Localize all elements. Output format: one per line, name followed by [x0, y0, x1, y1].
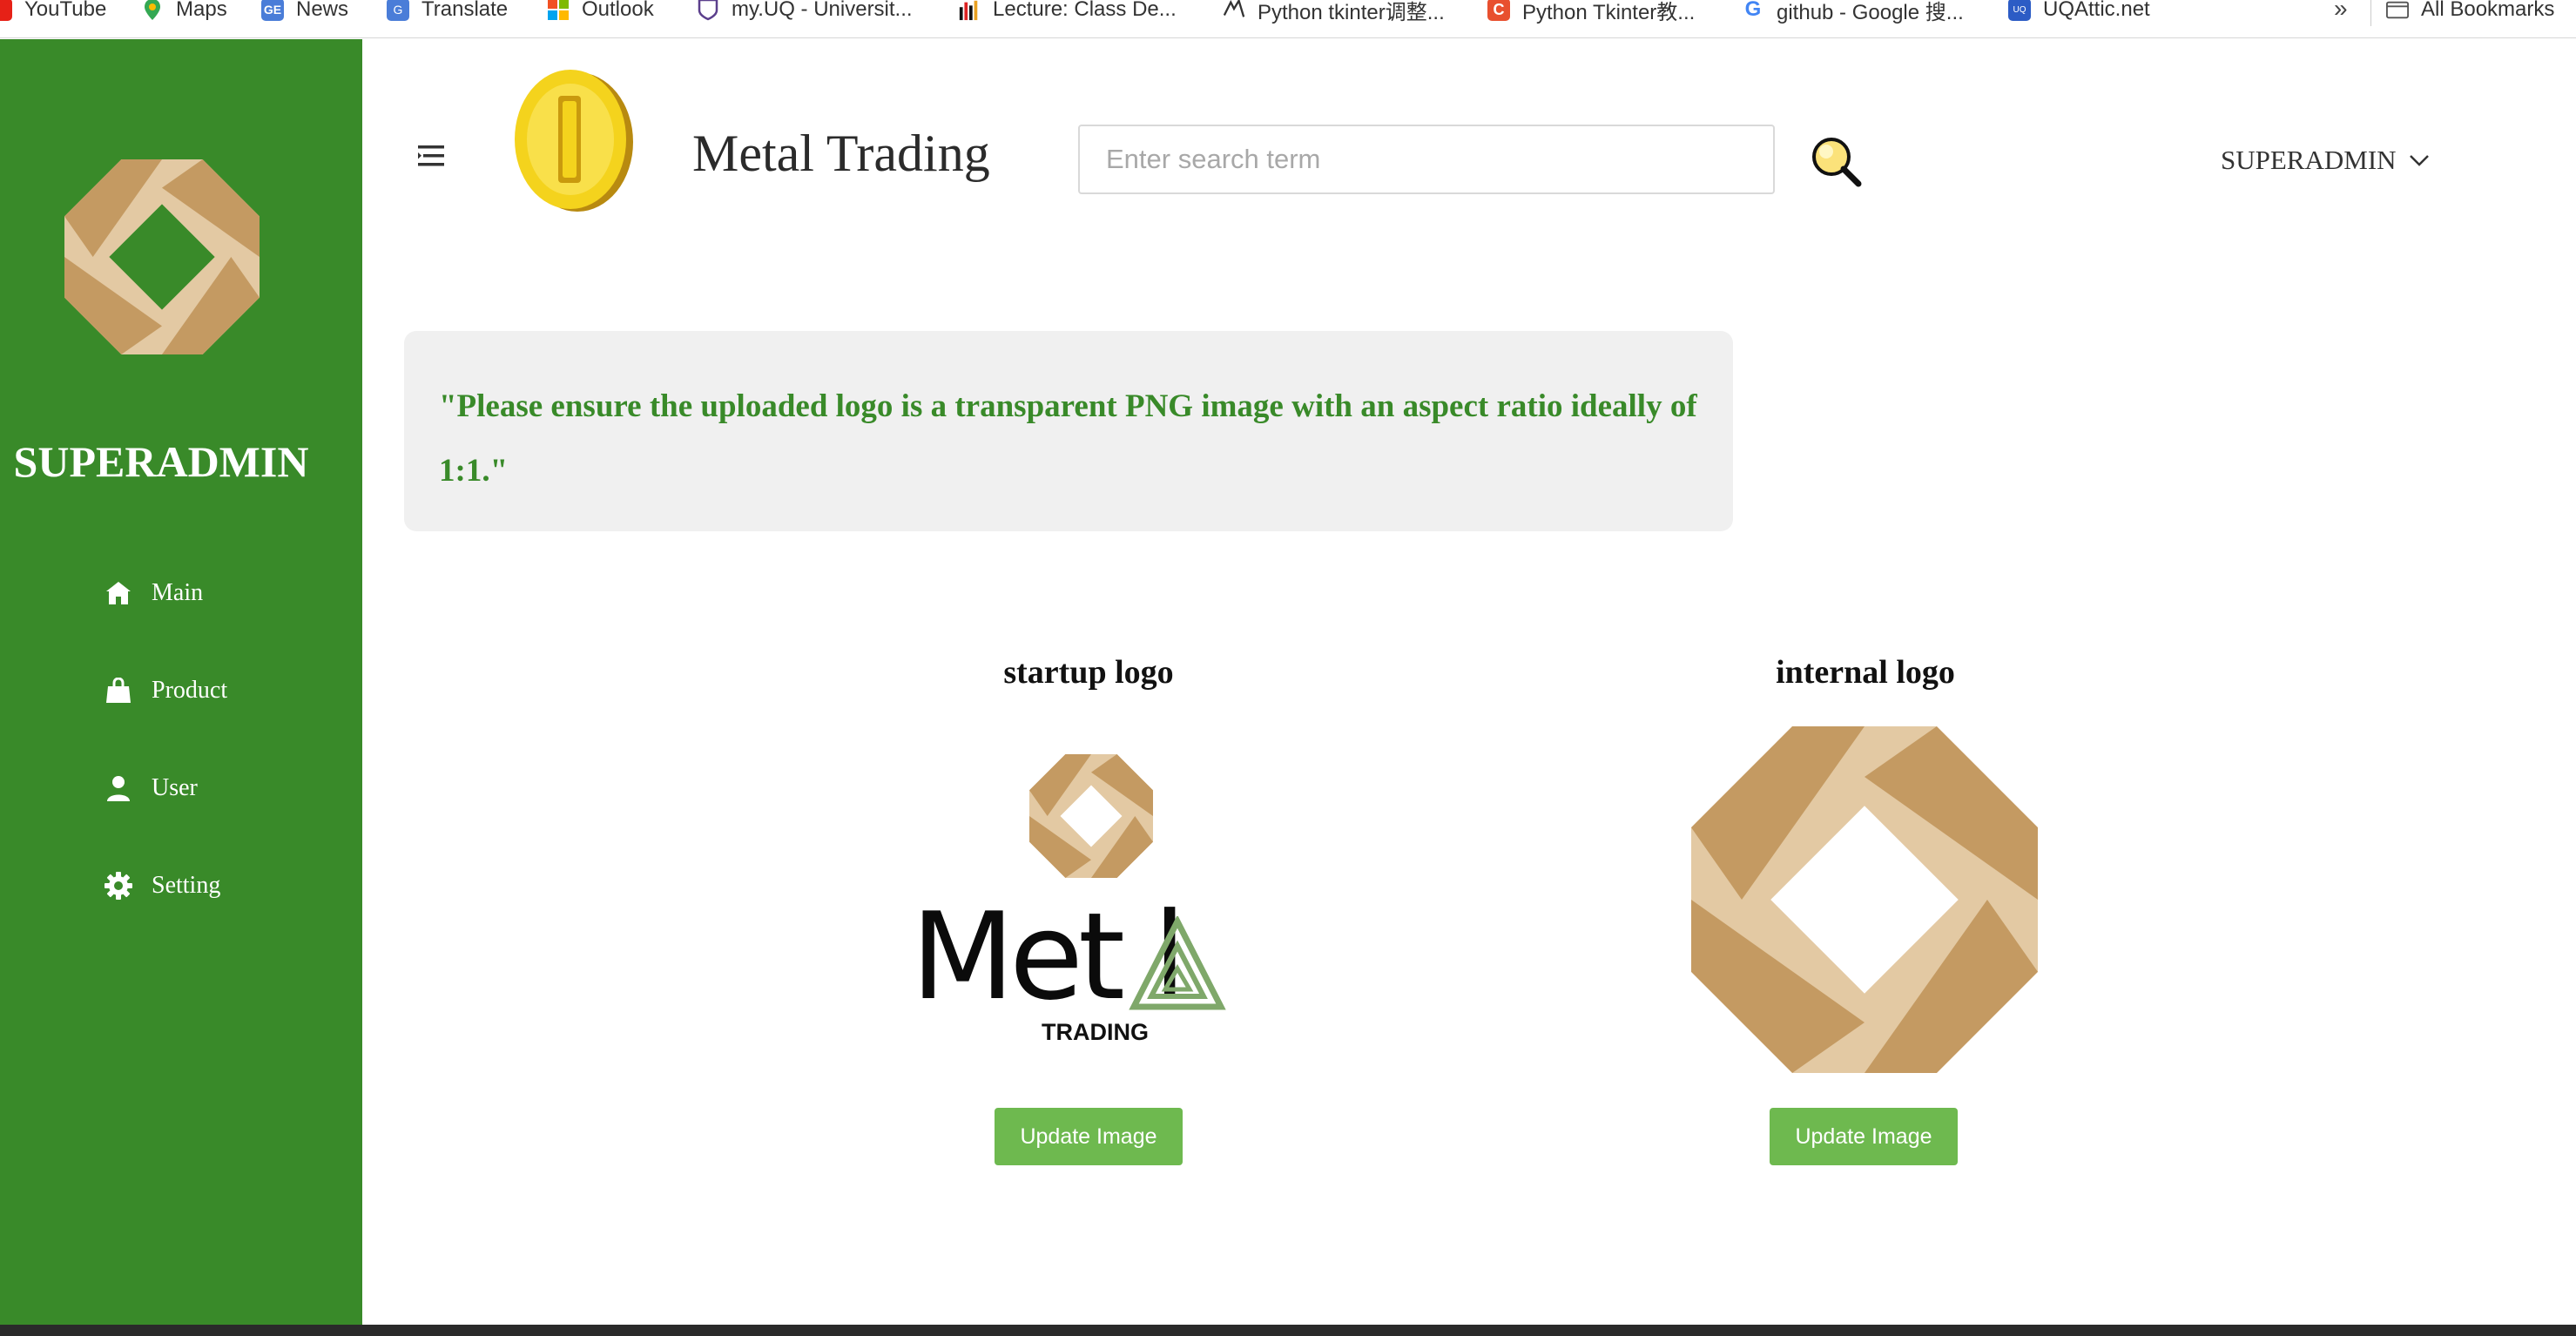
- company-logo-icon: [64, 159, 260, 354]
- triangle-a-icon: [1129, 916, 1226, 1010]
- bookmark-youtube[interactable]: YouTube: [0, 0, 106, 27]
- bookmarks-overflow-button[interactable]: »: [2334, 0, 2348, 23]
- sidebar: SUPERADMIN Main Product User Setting: [0, 39, 362, 1325]
- home-icon: [105, 579, 132, 607]
- coin-logo-icon: [515, 70, 633, 212]
- internal-logo-emblem-icon: [1691, 726, 2038, 1073]
- translate-icon: G: [387, 0, 409, 21]
- menu-toggle-icon[interactable]: [416, 143, 446, 169]
- all-bookmarks-label: All Bookmarks: [2421, 0, 2555, 21]
- bookmark-news[interactable]: GE News: [261, 0, 348, 27]
- bookmark-outlook[interactable]: Outlook: [547, 0, 654, 27]
- app-title: Metal Trading: [692, 125, 990, 182]
- bookmark-label: Translate: [421, 0, 509, 21]
- news-icon: GE: [261, 0, 284, 21]
- bookmark-label: YouTube: [24, 0, 107, 21]
- sidebar-item-label: Setting: [152, 872, 221, 899]
- bookmark-label: UQAttic.net: [2043, 0, 2150, 21]
- uq-icon: [697, 0, 719, 21]
- bookmark-label: Lecture: Class De...: [993, 0, 1177, 21]
- outlook-icon: [547, 0, 570, 21]
- youtube-icon: [0, 0, 12, 21]
- upload-notice-text: "Please ensure the uploaded logo is a tr…: [439, 388, 1697, 489]
- sidebar-item-setting[interactable]: Setting: [105, 864, 220, 908]
- user-icon: [105, 774, 132, 802]
- upload-notice: "Please ensure the uploaded logo is a tr…: [404, 331, 1733, 531]
- bottom-strip: [0, 1325, 2576, 1336]
- bookmark-python-tkinter-2[interactable]: C Python Tkinter教...: [1487, 0, 1695, 27]
- bookmark-label: Outlook: [582, 0, 654, 21]
- bookmark-lecture[interactable]: Lecture: Class De...: [958, 0, 1177, 27]
- sidebar-item-label: Product: [152, 677, 228, 704]
- lecture-icon: [958, 0, 981, 21]
- bookmarks-bar: YouTube Maps GE News G Translate Outlook…: [0, 0, 2576, 38]
- update-startup-logo-button[interactable]: Update Image: [995, 1108, 1183, 1165]
- all-bookmarks-button[interactable]: All Bookmarks: [2386, 0, 2554, 27]
- python-icon: [1223, 0, 1245, 21]
- bookmark-github-google[interactable]: G github - Google 搜...: [1742, 0, 1964, 27]
- search-icon[interactable]: [1808, 133, 1864, 189]
- folder-icon: [2386, 0, 2409, 21]
- csdn-icon: C: [1487, 0, 1510, 21]
- internal-logo-title: internal logo: [1776, 654, 1955, 691]
- bookmark-translate[interactable]: G Translate: [387, 0, 508, 27]
- bookmark-label: Python Tkinter教...: [1522, 0, 1696, 24]
- startup-logo-emblem-icon: [1029, 754, 1153, 878]
- update-internal-logo-button[interactable]: Update Image: [1770, 1108, 1958, 1165]
- sidebar-item-label: User: [152, 774, 198, 801]
- uqattic-icon: UQ: [2008, 0, 2031, 21]
- startup-logo-title: startup logo: [1003, 654, 1174, 691]
- bookmark-label: github - Google 搜...: [1777, 0, 1964, 24]
- bookmark-maps[interactable]: Maps: [141, 0, 227, 27]
- bookmark-label: News: [296, 0, 349, 21]
- bookmark-label: Maps: [176, 0, 227, 21]
- user-menu-dropdown[interactable]: SUPERADMIN: [2221, 143, 2430, 178]
- bookmarks-divider: [2370, 0, 2371, 26]
- user-menu-label: SUPERADMIN: [2221, 145, 2397, 175]
- bookmark-myuq[interactable]: my.UQ - Universit...: [697, 0, 913, 27]
- bookmark-label: my.UQ - Universit...: [732, 0, 913, 21]
- shopping-bag-icon: [105, 677, 132, 705]
- sidebar-title: SUPERADMIN: [13, 437, 309, 486]
- bookmark-python-tkinter-1[interactable]: Python tkinter调整...: [1223, 0, 1445, 27]
- bookmark-uqattic[interactable]: UQ UQAttic.net: [2008, 0, 2150, 27]
- maps-icon: [141, 0, 164, 21]
- sidebar-item-user[interactable]: User: [105, 766, 198, 810]
- gear-icon: [105, 872, 132, 900]
- sidebar-item-product[interactable]: Product: [105, 669, 227, 712]
- sidebar-item-label: Main: [152, 579, 204, 606]
- bookmark-label: Python tkinter调整...: [1258, 0, 1445, 24]
- chevron-down-icon: [2409, 155, 2429, 166]
- sidebar-item-main[interactable]: Main: [105, 571, 203, 615]
- startup-logo-subtext: TRADING: [1042, 1019, 1149, 1045]
- search-input[interactable]: [1078, 125, 1775, 194]
- google-icon: G: [1744, 0, 1762, 21]
